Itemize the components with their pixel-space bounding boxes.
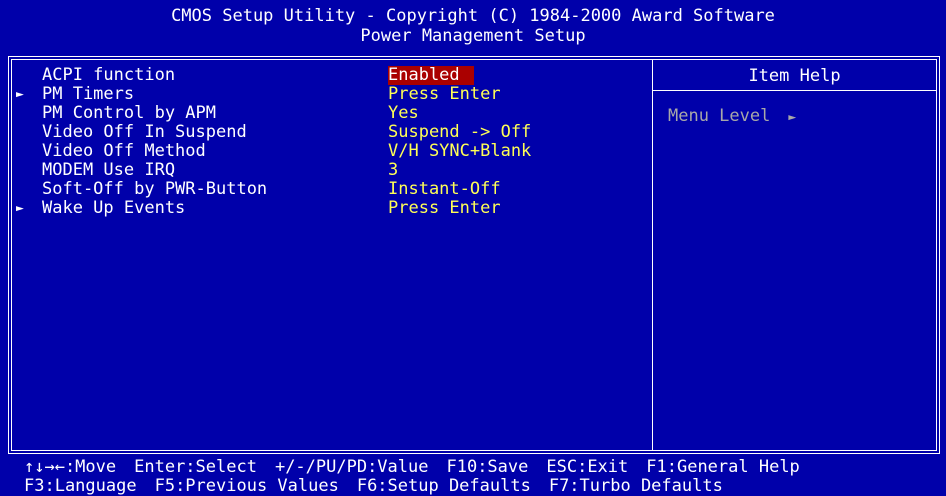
key-previous-values: F5:Previous Values [154, 476, 339, 496]
setting-value[interactable]: Press Enter [388, 85, 501, 104]
setting-video-off-in-suspend[interactable]: Video Off In Suspend Suspend -> Off [42, 123, 531, 142]
header: CMOS Setup Utility - Copyright (C) 1984-… [0, 0, 946, 52]
key-legend-line-2: F3:Language F5:Previous Values F6:Setup De… [0, 477, 946, 496]
setting-label: ACPI function [42, 65, 176, 85]
setting-label: Wake Up Events [42, 198, 186, 218]
setting-value[interactable]: Yes [388, 104, 419, 123]
key-legend: ↑↓→←:Move Enter:Select +/-/PU/PD:Value F10:… [0, 458, 946, 496]
key-general-help: F1:General Help [646, 457, 800, 477]
setting-value[interactable]: Instant-Off [388, 180, 501, 199]
menu-level-arrow-icon: ► [788, 110, 797, 125]
setting-value[interactable]: Suspend -> Off [388, 123, 531, 142]
submenu-arrow-icon: ► [16, 201, 24, 216]
setting-value[interactable]: Enabled [388, 66, 474, 85]
header-subtitle: Power Management Setup [360, 26, 586, 46]
setting-pm-timers[interactable]: ► PM Timers Press Enter [16, 85, 501, 104]
key-exit: ESC:Exit [546, 457, 629, 477]
header-title: CMOS Setup Utility - Copyright (C) 1984-… [171, 6, 775, 26]
setting-value[interactable]: Press Enter [388, 199, 501, 218]
key-language: F3:Language [24, 476, 137, 496]
panel-divider [652, 60, 653, 450]
setting-modem-use-irq[interactable]: MODEM Use IRQ 3 [42, 161, 398, 180]
help-separator [653, 90, 936, 91]
key-legend-line-1: ↑↓→←:Move Enter:Select +/-/PU/PD:Value F10:… [0, 458, 946, 477]
setting-label: MODEM Use IRQ [42, 160, 176, 180]
setting-label: PM Timers [42, 84, 135, 104]
setting-pm-control-by-apm[interactable]: PM Control by APM Yes [42, 104, 419, 123]
setting-label: Soft-Off by PWR-Button [42, 179, 268, 199]
submenu-arrow-icon: ► [16, 87, 24, 102]
menu-level: Menu Level ► [668, 106, 796, 128]
setting-soft-off-by-pwr-button[interactable]: Soft-Off by PWR-Button Instant-Off [42, 180, 501, 199]
setting-label: Video Off Method [42, 141, 206, 161]
setting-value[interactable]: 3 [388, 161, 398, 180]
key-setup-defaults: F6:Setup Defaults [356, 476, 531, 496]
item-help-title: Item Help [748, 66, 841, 86]
setting-value[interactable]: V/H SYNC+Blank [388, 142, 531, 161]
key-save: F10:Save [446, 457, 529, 477]
setting-label: PM Control by APM [42, 103, 216, 123]
key-turbo-defaults: F7:Turbo Defaults [548, 476, 723, 496]
setting-acpi-function[interactable]: ACPI function Enabled [42, 66, 474, 85]
menu-level-label: Menu Level [668, 106, 771, 126]
key-value: +/-/PU/PD:Value [274, 457, 429, 477]
main-frame: ACPI function Enabled ► PM Timers Press … [8, 56, 940, 454]
settings-list: ACPI function Enabled ► PM Timers Press … [16, 66, 531, 218]
key-move: ↑↓→←:Move [24, 457, 117, 477]
setting-label: Video Off In Suspend [42, 122, 247, 142]
key-select: Enter:Select [134, 457, 257, 477]
setting-video-off-method[interactable]: Video Off Method V/H SYNC+Blank [42, 142, 531, 161]
setting-wake-up-events[interactable]: ► Wake Up Events Press Enter [16, 199, 501, 218]
